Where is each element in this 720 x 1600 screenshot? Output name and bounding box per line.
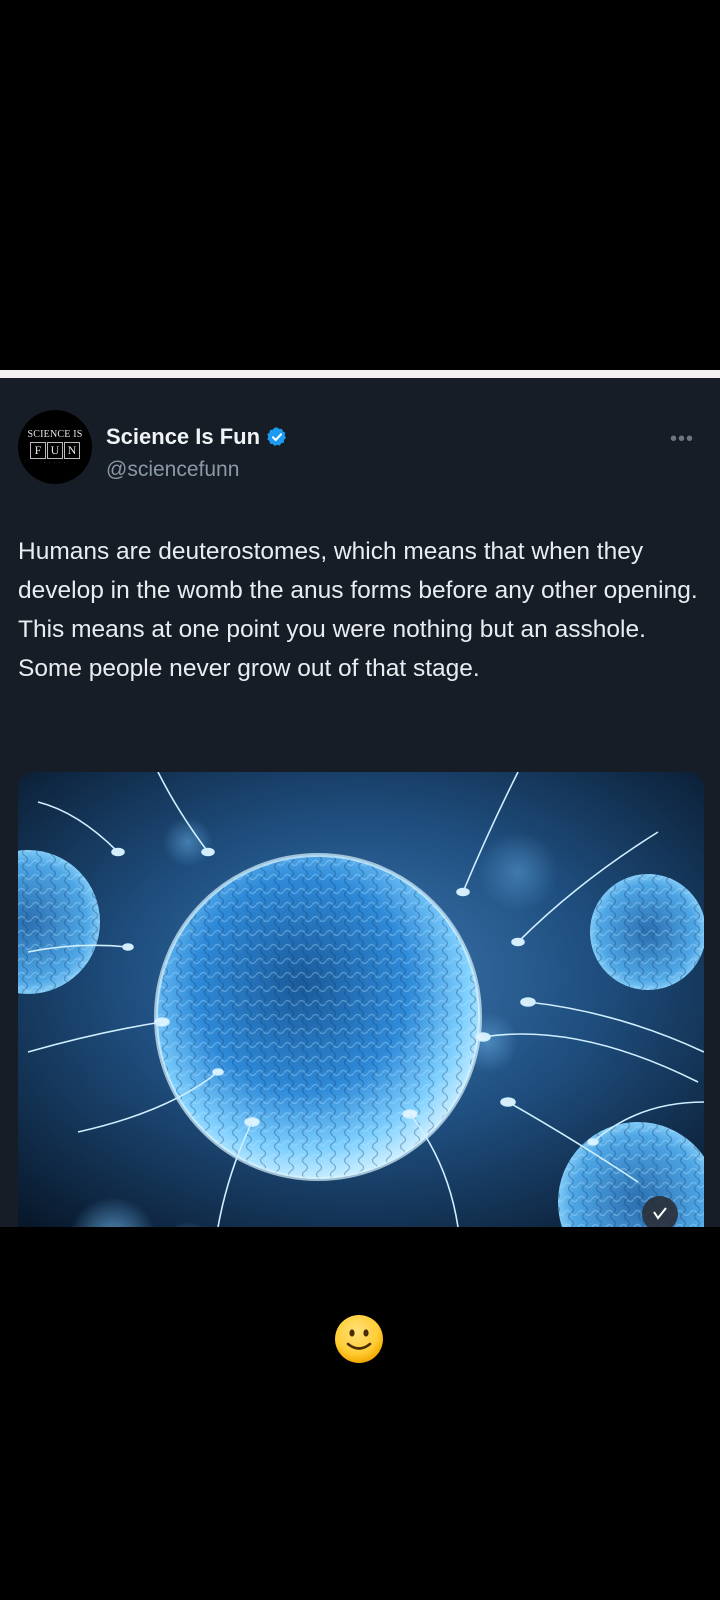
author-name[interactable]: Science Is Fun xyxy=(106,424,260,450)
author-name-row[interactable]: Science Is Fun xyxy=(106,424,288,450)
tweet-text: Humans are deuterostomes, which means th… xyxy=(18,538,698,682)
avatar-letter: F xyxy=(30,441,46,459)
verified-badge-icon xyxy=(267,427,287,446)
avatar-letters: F U N xyxy=(30,441,80,459)
slightly-smiling-face-icon xyxy=(335,1315,383,1363)
bottom-black-area xyxy=(0,1227,720,1600)
avatar[interactable]: SCIENCE IS F U N · · · · · xyxy=(18,410,92,484)
tweet-media-image[interactable] xyxy=(18,772,704,1227)
top-black-area xyxy=(0,0,720,372)
avatar-decoration: · · · · · xyxy=(43,460,67,466)
avatar-line1: SCIENCE IS xyxy=(27,428,83,440)
separator-line xyxy=(0,370,720,378)
author-handle[interactable]: @sciencefunn xyxy=(106,458,239,482)
more-options-icon[interactable]: ••• xyxy=(670,428,694,451)
avatar-letter: N xyxy=(64,441,80,459)
avatar-letter: U xyxy=(47,441,63,459)
cell-illustration xyxy=(18,772,704,1227)
